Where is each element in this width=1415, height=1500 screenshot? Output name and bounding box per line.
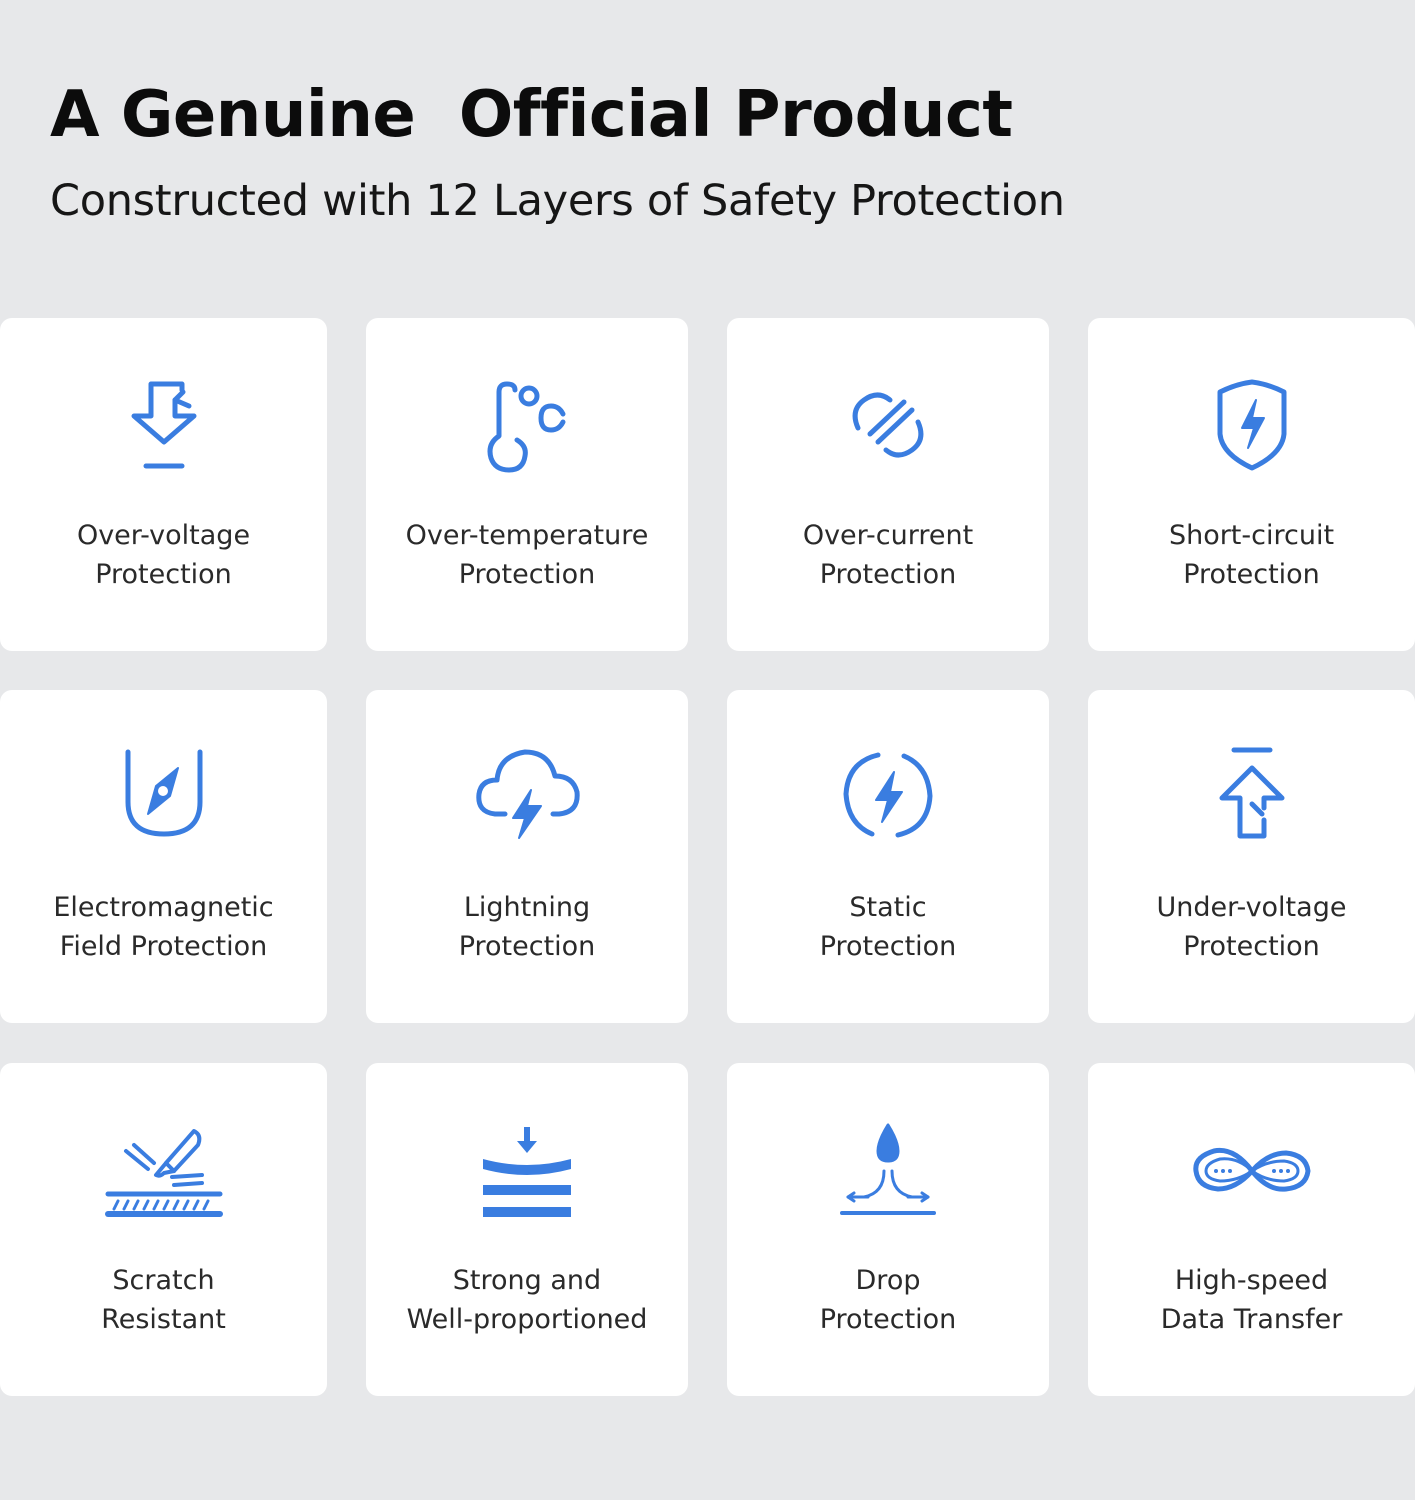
magnet-compass-icon [104, 742, 224, 852]
infinity-data-icon [1192, 1115, 1312, 1225]
feature-card-static: Static Protection [727, 690, 1049, 1023]
layers-press-icon [467, 1115, 587, 1225]
feature-label-line2: Well-proportioned [406, 1304, 648, 1335]
feature-card-lightning: Lightning Protection [366, 690, 688, 1023]
feature-label-line1: Short-circuit [1168, 520, 1335, 551]
cloud-lightning-icon [467, 742, 587, 852]
feature-card-over-temperature: Over-temperature Protection [366, 318, 688, 651]
feature-label-line1: Over-current [802, 520, 974, 551]
feature-card-over-current: Over-current Protection [727, 318, 1049, 651]
feature-card-data-transfer: High-speed Data Transfer [1088, 1063, 1415, 1396]
feature-label-line1: Under-voltage [1156, 892, 1347, 923]
feature-label-line2: Protection [819, 931, 957, 962]
feature-label-line2: Data Transfer [1160, 1304, 1343, 1335]
feature-label-line2: Protection [819, 559, 957, 590]
feature-label-line1: Lightning [463, 892, 591, 923]
feature-label-line1: Static [849, 892, 927, 923]
circle-bolt-icon [828, 742, 948, 852]
thermometer-celsius-icon [467, 370, 587, 480]
feature-label-line2: Field Protection [59, 931, 268, 962]
shield-bolt-icon [1192, 370, 1312, 480]
feature-label-line2: Resistant [101, 1304, 226, 1335]
feature-card-under-voltage: Under-voltage Protection [1088, 690, 1415, 1023]
under-voltage-arrow-up-icon [1192, 742, 1312, 852]
feature-label-line1: Drop [855, 1265, 921, 1296]
current-cut-icon [828, 370, 948, 480]
feature-card-strong: Strong and Well-proportioned [366, 1063, 688, 1396]
feature-card-scratch: Scratch Resistant [0, 1063, 327, 1396]
water-drop-icon [828, 1115, 948, 1225]
page-title: A Genuine Official Product [50, 78, 1013, 152]
feature-label-line2: Protection [458, 559, 596, 590]
feature-label-line2: Protection [95, 559, 232, 590]
feature-card-drop: Drop Protection [727, 1063, 1049, 1396]
feature-card-electromagnetic: Electromagnetic Field Protection [0, 690, 327, 1023]
feature-label-line2: Protection [1183, 931, 1320, 962]
feature-label-line2: Protection [458, 931, 596, 962]
feature-label-line1: High-speed [1174, 1265, 1329, 1296]
feature-card-over-voltage: Over-voltage Protection [0, 318, 327, 651]
feature-label-line1: Over-voltage [76, 520, 251, 551]
scratch-blade-icon [104, 1115, 224, 1225]
feature-label-line1: Strong and [452, 1265, 602, 1296]
feature-label-line1: Electromagnetic [53, 892, 274, 923]
page-subtitle: Constructed with 12 Layers of Safety Pro… [50, 176, 1065, 226]
feature-label-line1: Over-temperature [405, 520, 649, 551]
feature-label-line2: Protection [819, 1304, 957, 1335]
feature-label-line1: Scratch [112, 1265, 215, 1296]
feature-card-short-circuit: Short-circuit Protection [1088, 318, 1415, 651]
over-voltage-arrow-down-icon [104, 370, 224, 480]
feature-label-line2: Protection [1183, 559, 1320, 590]
